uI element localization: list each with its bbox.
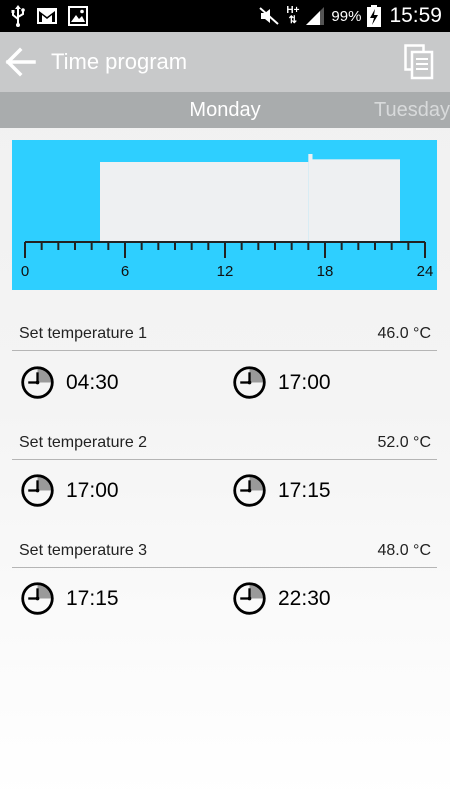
program-2-header: Set temperature 2 52.0 °C <box>12 427 437 460</box>
axis-tick-label: 24 <box>417 263 434 280</box>
signal-icon <box>306 7 325 25</box>
schedule-chart[interactable]: 0 6 12 18 24 <box>12 140 437 290</box>
program-3-start[interactable]: 17:15 <box>19 580 119 617</box>
program-1-label: Set temperature 1 <box>19 325 148 342</box>
battery-percent: 99% <box>331 7 362 25</box>
program-1-end[interactable]: 17:00 <box>231 364 331 401</box>
clock-icon <box>233 582 266 615</box>
program-2-label: Set temperature 2 <box>19 434 148 451</box>
tab-tuesday[interactable]: Tuesday <box>374 99 450 122</box>
program-1-temperature[interactable]: 46.0 °C <box>377 325 431 343</box>
program-2-temperature[interactable]: 52.0 °C <box>377 434 431 452</box>
program-2-start-time: 17:00 <box>66 478 119 502</box>
schedule-segment-3[interactable] <box>312 159 401 242</box>
axis-tick-label: 0 <box>21 263 29 280</box>
program-3-label: Set temperature 3 <box>19 542 148 559</box>
program-3-start-time: 17:15 <box>66 586 119 610</box>
page-title: Time program <box>51 49 188 74</box>
clock-icon <box>21 366 54 399</box>
program-1-start-time: 04:30 <box>66 370 119 394</box>
program-1-header: Set temperature 1 46.0 °C <box>12 318 437 351</box>
battery-charging-icon <box>367 5 382 27</box>
program-3-temperature[interactable]: 48.0 °C <box>377 542 431 560</box>
program-2-start[interactable]: 17:00 <box>19 472 119 509</box>
mail-icon <box>37 8 57 24</box>
status-bar: H+ ⇅ 99% 15:59 <box>0 0 450 32</box>
usb-icon <box>11 5 25 27</box>
mute-icon <box>259 7 280 25</box>
program-1-start[interactable]: 04:30 <box>19 364 119 401</box>
day-tabs: Monday Tuesday <box>0 92 450 128</box>
clock-icon <box>233 366 266 399</box>
copy-icon[interactable] <box>404 44 434 80</box>
arrow-left-icon[interactable] <box>4 45 38 79</box>
schedule-segment-2[interactable] <box>308 154 313 242</box>
program-3-header: Set temperature 3 48.0 °C <box>12 535 437 568</box>
clock-icon <box>21 582 54 615</box>
program-2-end-time: 17:15 <box>278 478 331 502</box>
action-bar: Time program <box>0 32 450 92</box>
clock-icon <box>21 474 54 507</box>
program-3-end-time: 22:30 <box>278 586 331 610</box>
axis-tick-label: 6 <box>121 263 129 280</box>
schedule-segment-1[interactable] <box>100 162 309 242</box>
program-2-end[interactable]: 17:15 <box>231 472 331 509</box>
program-3-end[interactable]: 22:30 <box>231 580 331 617</box>
network-type: H+ ⇅ <box>286 5 300 26</box>
image-icon <box>68 6 88 26</box>
clock-icon <box>233 474 266 507</box>
axis-tick-label: 12 <box>217 263 234 280</box>
status-time: 15:59 <box>389 4 442 27</box>
program-1-end-time: 17:00 <box>278 370 331 394</box>
axis-tick-label: 18 <box>317 263 334 280</box>
